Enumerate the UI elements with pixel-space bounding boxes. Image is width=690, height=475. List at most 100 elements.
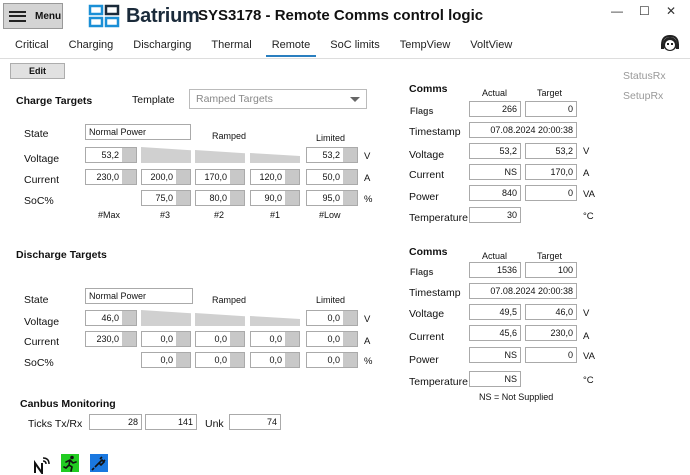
comms-charge-temp-unit: °C [583, 211, 594, 222]
comms-charge-timestamp: 07.08.2024 20:00:38 [469, 122, 577, 138]
chevron-down-icon [350, 97, 360, 102]
comms-charge-temp-actual: 30 [469, 207, 521, 223]
discharge-state-field: Normal Power [85, 288, 193, 304]
comms-charge-flags-label: Flags [410, 106, 434, 116]
support-agent-icon[interactable] [659, 33, 681, 55]
setup-rx-link[interactable]: SetupRx [623, 90, 663, 102]
template-value: Ramped Targets [196, 93, 273, 105]
charge-soc-3[interactable]: 75,0 [141, 190, 191, 206]
charge-soc-limited[interactable]: 95,0 [306, 190, 358, 206]
comms-charge-power-actual: 840 [469, 185, 521, 201]
discharge-soc-3[interactable]: 0,0 [141, 352, 191, 368]
discharge-voltage-max[interactable]: 46,0 [85, 310, 137, 326]
comms-charge-voltage-target: 53,2 [525, 143, 577, 159]
tab-thermal[interactable]: Thermal [201, 37, 261, 57]
tab-divider [0, 58, 690, 59]
tab-charging[interactable]: Charging [59, 37, 124, 57]
charge-soc-unit: % [364, 194, 373, 205]
tab-tempview[interactable]: TempView [390, 37, 461, 57]
discharge-current-1[interactable]: 0,0 [250, 331, 300, 347]
charge-current-label: Current [24, 174, 60, 186]
comms-discharge-target-label: Target [537, 251, 563, 261]
comms-discharge-temp-label: Temperature [409, 376, 468, 388]
comms-discharge-temp-unit: °C [583, 375, 594, 386]
comms-charge-voltage-unit: V [583, 146, 590, 157]
col-label-2: #2 [214, 210, 225, 220]
discharge-current-unit: A [364, 336, 371, 347]
comms-discharge-current-target: 230,0 [525, 325, 577, 341]
discharge-targets-heading: Discharge Targets [16, 249, 107, 261]
comms-charge-target-label: Target [537, 88, 563, 98]
charge-state-field: Normal Power [85, 124, 191, 140]
discharge-soc-1[interactable]: 0,0 [250, 352, 300, 368]
col-label-1: #1 [270, 210, 281, 220]
comms-charge-timestamp-label: Timestamp [409, 126, 461, 138]
tab-soc-limits[interactable]: SoC limits [320, 37, 390, 57]
charge-current-3[interactable]: 200,0 [141, 169, 191, 185]
hamburger-icon [9, 10, 26, 22]
discharge-current-label: Current [24, 336, 60, 348]
discharge-voltage-unit: V [364, 314, 371, 325]
charge-targets-heading: Charge Targets [16, 95, 93, 107]
tab-critical[interactable]: Critical [5, 37, 59, 57]
charge-current-max[interactable]: 230,0 [85, 169, 137, 185]
comms-discharge-heading: Comms [409, 246, 448, 258]
tab-remote[interactable]: Remote [262, 37, 321, 57]
charge-soc-2[interactable]: 80,0 [195, 190, 245, 206]
comms-discharge-current-unit: A [583, 331, 590, 342]
ticks-rx: 141 [145, 414, 197, 430]
close-button[interactable]: ✕ [666, 4, 676, 18]
charge-voltage-limited[interactable]: 53,2 [306, 147, 358, 163]
ticks-label: Ticks Tx/Rx [28, 418, 83, 430]
comms-discharge-flags-target: 100 [525, 262, 577, 278]
minimize-button[interactable]: — [611, 4, 623, 18]
discharge-voltage-ramp-3 [141, 310, 191, 326]
charge-voltage-ramp-1 [250, 153, 300, 163]
discharge-voltage-label: Voltage [24, 316, 60, 328]
tab-bar: Critical Charging Discharging Thermal Re… [5, 37, 522, 57]
charge-current-1[interactable]: 120,0 [250, 169, 300, 185]
discharge-current-2[interactable]: 0,0 [195, 331, 245, 347]
discharge-current-max[interactable]: 230,0 [85, 331, 137, 347]
charge-current-2[interactable]: 170,0 [195, 169, 245, 185]
discharge-voltage-limited[interactable]: 0,0 [306, 310, 358, 326]
discharge-limited-label: Limited [316, 295, 346, 305]
canbus-heading: Canbus Monitoring [20, 398, 116, 410]
discharge-soc-2[interactable]: 0,0 [195, 352, 245, 368]
plug-icon [90, 454, 108, 472]
col-label-max: #Max [98, 210, 121, 220]
running-man-icon [61, 454, 79, 472]
status-rx-link[interactable]: StatusRx [623, 70, 666, 82]
comms-discharge-voltage-actual: 49,5 [469, 304, 521, 320]
comms-charge-power-label: Power [409, 191, 439, 203]
logo-text: Batrium [126, 4, 200, 27]
comms-discharge-current-label: Current [409, 331, 445, 343]
menu-button[interactable]: Menu [3, 3, 63, 29]
comms-charge-current-target: 170,0 [525, 164, 577, 180]
comms-discharge-actual-label: Actual [482, 251, 508, 261]
charge-voltage-ramp-3 [141, 147, 191, 163]
comms-discharge-timestamp: 07.08.2024 20:00:38 [469, 283, 577, 299]
discharge-voltage-ramp-1 [250, 316, 300, 326]
edit-button[interactable]: Edit [10, 63, 65, 79]
tab-discharging[interactable]: Discharging [123, 37, 201, 57]
charge-soc-1[interactable]: 90,0 [250, 190, 300, 206]
comms-discharge-flags-label: Flags [410, 267, 434, 277]
charge-voltage-max[interactable]: 53,2 [85, 147, 137, 163]
discharge-soc-limited[interactable]: 0,0 [306, 352, 358, 368]
comms-charge-heading: Comms [409, 83, 448, 95]
template-dropdown[interactable]: Ramped Targets [189, 89, 367, 109]
discharge-soc-unit: % [364, 356, 373, 367]
discharge-current-limited[interactable]: 0,0 [306, 331, 358, 347]
comms-discharge-power-target: 0 [525, 347, 577, 363]
batrium-logo-icon [88, 4, 120, 28]
maximize-button[interactable]: ☐ [639, 4, 650, 18]
network-icon [34, 457, 50, 474]
charge-current-limited[interactable]: 50,0 [306, 169, 358, 185]
col-label-low: #Low [319, 210, 341, 220]
comms-discharge-current-actual: 45,6 [469, 325, 521, 341]
discharge-current-3[interactable]: 0,0 [141, 331, 191, 347]
template-label: Template [132, 94, 175, 106]
discharge-voltage-ramp-2 [195, 313, 245, 326]
tab-voltview[interactable]: VoltView [460, 37, 522, 57]
